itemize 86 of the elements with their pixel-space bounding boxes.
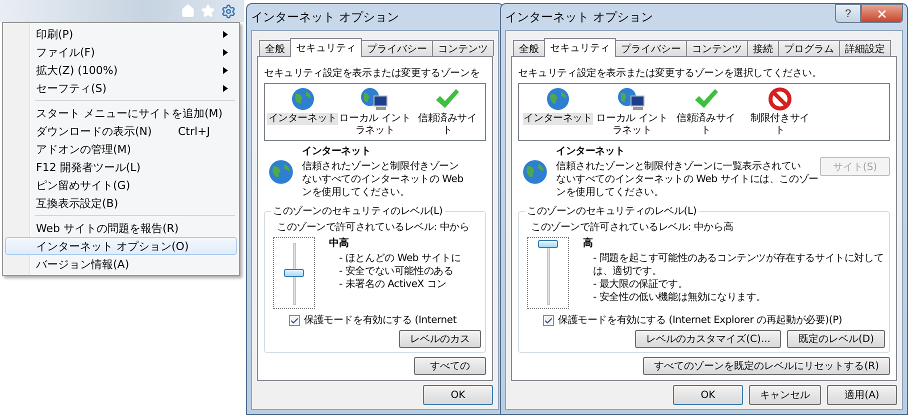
tab[interactable]: 詳細設定 (839, 40, 891, 56)
zone-description: 信頼されたゾーンと制限付きゾーン ないすべてのインターネットの Web ンを使用してください。 (302, 160, 464, 199)
help-button[interactable]: ? (835, 4, 861, 23)
dialog-button[interactable]: キャンセル (749, 385, 821, 405)
submenu-arrow-icon (223, 30, 228, 38)
checkbox-label: 保護モードを有効にする (Internet Explorer の再起動が必要)(P) (558, 314, 842, 327)
globe-icon (290, 87, 315, 111)
tab[interactable]: 全般 (259, 40, 291, 56)
menu-item[interactable]: 印刷(P) (5, 25, 237, 43)
submenu-arrow-icon (223, 48, 228, 56)
checkmark-icon (693, 87, 719, 111)
level-description: - ほとんどの Web サイトに (339, 252, 462, 265)
level-button[interactable]: レベルのカス (399, 330, 481, 348)
tab[interactable]: プライバシー (615, 40, 687, 56)
checkbox[interactable] (289, 315, 300, 326)
tab[interactable]: コンテンツ (686, 40, 748, 56)
settings-icon[interactable] (221, 4, 236, 18)
slider-thumb[interactable] (538, 240, 558, 248)
close-button[interactable] (861, 4, 903, 23)
zone-item[interactable]: 信頼済みサイ ト (416, 113, 478, 137)
menu-item[interactable]: インターネット オプション(O) (5, 237, 237, 255)
zone-heading: インターネット (302, 145, 372, 158)
menu-item[interactable]: ダウンロードの表示(N) Ctrl+J (5, 122, 237, 140)
allowed-levels-text: このゾーンで許可されているレベル: 中から高 (531, 221, 734, 234)
zone-item[interactable]: ローカル イント ラネット (595, 113, 669, 137)
menu-item[interactable]: ファイル(F) (5, 43, 237, 61)
zone-description: 信頼されたゾーンと制限付きゾーンに一覧表示されてい ないすべてのインターネットの Web サイトには、このゾー ンを使用してください。 (556, 160, 820, 199)
globe-icon (546, 87, 570, 111)
submenu-arrow-icon (223, 66, 228, 74)
dialog-button[interactable]: 適用(A) (827, 385, 897, 405)
tab[interactable]: セキュリティ (544, 38, 616, 57)
menu-item[interactable]: バージョン情報(A) (5, 255, 237, 273)
tab[interactable]: プログラム (778, 40, 840, 56)
globe-icon (522, 159, 548, 185)
zone-item[interactable]: インターネット (522, 113, 594, 125)
globe-computer-icon (617, 87, 647, 111)
level-button[interactable]: 既定のレベル(D) (787, 330, 885, 348)
group-label: このゾーンのセキュリティのレベル(L) (271, 205, 445, 218)
reset-button[interactable]: すべてのゾーンを既定のレベルにリセットする(R) (643, 357, 890, 375)
checkbox[interactable] (543, 315, 554, 326)
menu-item[interactable]: セーフティ(S) (5, 79, 237, 97)
menu-item[interactable]: スタート メニューにサイトを追加(M) (5, 104, 237, 122)
level-name: 中高 (329, 237, 350, 250)
close-icon (876, 8, 888, 20)
security-slider[interactable] (273, 237, 315, 309)
slider-thumb[interactable] (284, 269, 304, 277)
group-label: このゾーンのセキュリティのレベル(L) (525, 205, 699, 218)
star-icon[interactable] (201, 4, 215, 18)
menu-item[interactable]: Web サイトの問題を報告(R) (5, 219, 237, 237)
instruction-text: セキュリティ設定を表示または変更するゾーンを選択してください。 (518, 67, 823, 80)
globe-icon (268, 159, 294, 185)
menu-item[interactable]: 拡大(Z) (100%) (5, 61, 237, 79)
tab[interactable]: 接続 (747, 40, 779, 56)
level-description: - 安全性の低い機能は無効になります。 (593, 291, 767, 304)
reset-button[interactable]: すべての (414, 357, 486, 375)
level-description: - 最大限の保証です。 (593, 278, 689, 291)
level-button[interactable]: レベルのカスタマイズ(C)... (635, 330, 782, 348)
menu-item[interactable]: F12 開発者ツール(L) (5, 158, 237, 176)
zone-item[interactable]: 制限付きサイ ト (750, 113, 810, 137)
level-description: - 安全でない可能性のある (339, 265, 454, 278)
tab[interactable]: セキュリティ (290, 38, 362, 57)
level-description: - 未署名の ActiveX コン (339, 278, 448, 291)
dialog-button[interactable]: OK (673, 385, 743, 405)
checkmark-icon (434, 87, 460, 111)
globe-computer-icon (360, 87, 390, 111)
tab[interactable]: 全般 (513, 40, 545, 56)
level-description: - 問題を起こす可能性のあるコンテンツが存在するサイトに対しては、適切です。 (593, 252, 885, 278)
zone-item[interactable]: インターネット (267, 113, 338, 125)
dialog-button[interactable]: OK (423, 385, 493, 405)
window-title: インターネット オプション (505, 8, 653, 26)
allowed-levels-text: このゾーンで許可されているレベル: 中から (277, 221, 470, 234)
tab[interactable]: プライバシー (361, 40, 433, 56)
instruction-text: セキュリティ設定を表示または変更するゾーンを (264, 67, 481, 80)
level-name: 高 (583, 237, 594, 250)
no-entry-icon (768, 87, 792, 111)
submenu-arrow-icon (223, 84, 228, 92)
security-slider[interactable] (527, 237, 569, 309)
tab[interactable]: コンテンツ (432, 40, 494, 56)
window-title: インターネット オプション (251, 8, 399, 26)
zone-item[interactable]: ローカル イント ラネット (338, 113, 412, 137)
checkbox-label: 保護モードを有効にする (Internet (304, 314, 457, 327)
menu-item[interactable]: アドオンの管理(M) (5, 140, 237, 158)
menu-item[interactable]: ピン留めサイト(G) (5, 176, 237, 194)
zone-heading: インターネット (556, 145, 626, 158)
menu-item[interactable]: 互換表示設定(B) (5, 194, 237, 212)
zone-item[interactable]: 信頼済みサイ ト (676, 113, 736, 137)
